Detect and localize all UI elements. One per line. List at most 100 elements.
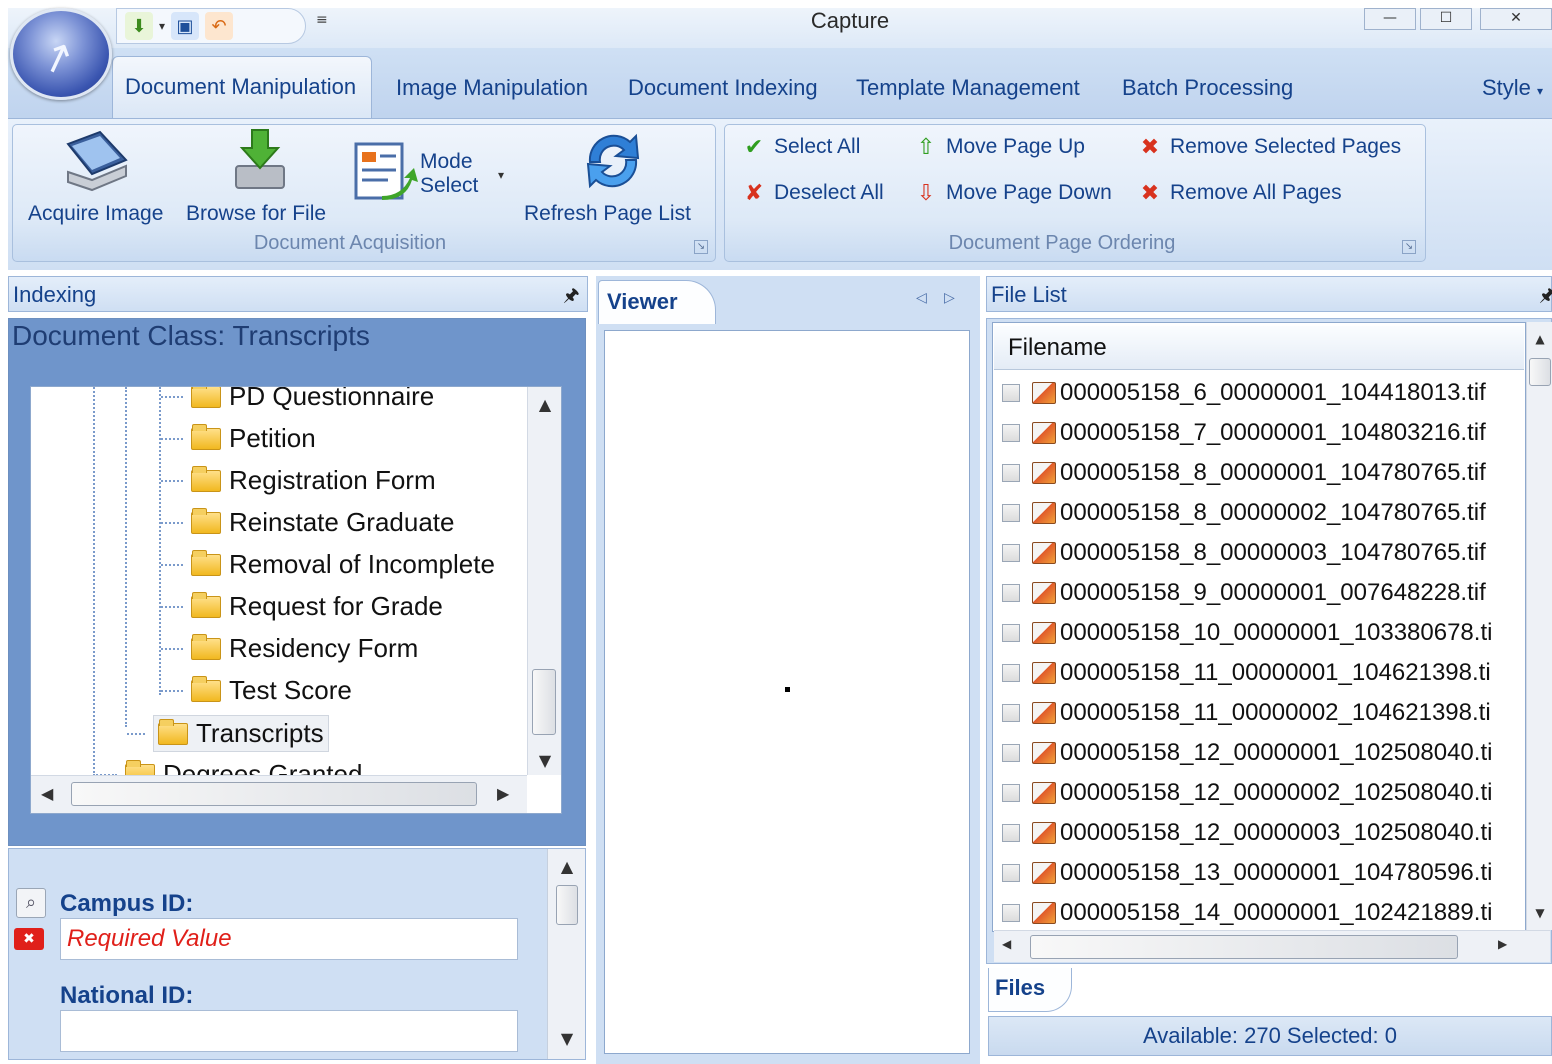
- scroll-up-arrow-icon[interactable]: ▲: [548, 857, 586, 876]
- scroll-thumb[interactable]: [532, 669, 556, 735]
- tab-batch-processing[interactable]: Batch Processing: [1122, 68, 1293, 108]
- tree-horizontal-scrollbar[interactable]: ◀ ▶: [31, 775, 527, 813]
- tree-item-petition[interactable]: Petition: [161, 423, 316, 454]
- file-checkbox[interactable]: [1002, 704, 1020, 722]
- undo-icon[interactable]: ↶: [205, 12, 234, 40]
- scroll-left-arrow-icon[interactable]: ◀: [1002, 937, 1011, 951]
- file-checkbox[interactable]: [1002, 424, 1020, 442]
- scroll-up-arrow-icon[interactable]: ▲: [528, 395, 561, 414]
- campus-id-input[interactable]: Required Value: [60, 918, 518, 960]
- acquire-image-button[interactable]: Acquire Image: [28, 128, 172, 232]
- maximize-button[interactable]: ☐: [1420, 8, 1472, 30]
- folder-icon: [191, 387, 221, 408]
- file-row[interactable]: 000005158_12_00000003_102508040.ti: [994, 814, 1524, 852]
- tab-image-manipulation[interactable]: Image Manipulation: [396, 68, 588, 108]
- scroll-thumb[interactable]: [1529, 358, 1551, 386]
- close-button[interactable]: ✕: [1480, 8, 1552, 30]
- remove-selected-pages-button[interactable]: ✖ Remove Selected Pages: [1134, 132, 1401, 162]
- pin-icon[interactable]: 🖈: [563, 277, 580, 313]
- file-row[interactable]: 000005158_8_00000003_104780765.tif: [994, 534, 1524, 572]
- file-row[interactable]: 000005158_10_00000001_103380678.ti: [994, 614, 1524, 652]
- file-checkbox[interactable]: [1002, 904, 1020, 922]
- file-checkbox[interactable]: [1002, 544, 1020, 562]
- file-name: 000005158_8_00000001_104780765.tif: [1060, 459, 1486, 486]
- pin-icon[interactable]: 🖈: [1539, 277, 1552, 313]
- file-list-horizontal-scrollbar[interactable]: ◀ ▶: [994, 930, 1550, 962]
- tab-scroll-right-icon[interactable]: ▷: [944, 290, 955, 306]
- viewer-canvas[interactable]: [604, 330, 970, 1054]
- file-row[interactable]: 000005158_8_00000001_104780765.tif: [994, 454, 1524, 492]
- qat-dropdown-arrow[interactable]: ▾: [159, 19, 165, 33]
- tree-vertical-scrollbar[interactable]: ▲ ▼: [527, 387, 561, 775]
- tree-item-test-score[interactable]: Test Score: [161, 675, 352, 706]
- scroll-thumb[interactable]: [556, 885, 578, 925]
- file-row[interactable]: 000005158_8_00000002_104780765.tif: [994, 494, 1524, 532]
- move-page-up-button[interactable]: ⇧ Move Page Up: [910, 132, 1085, 162]
- filename-column-header[interactable]: Filename: [994, 326, 1524, 370]
- fields-vertical-scrollbar[interactable]: ▲ ▼: [547, 849, 585, 1059]
- file-checkbox[interactable]: [1002, 824, 1020, 842]
- file-checkbox[interactable]: [1002, 864, 1020, 882]
- tree-item-residency-form[interactable]: Residency Form: [161, 633, 418, 664]
- scroll-thumb[interactable]: [1030, 935, 1458, 959]
- file-row[interactable]: 000005158_13_00000001_104780596.ti: [994, 854, 1524, 892]
- scroll-thumb[interactable]: [71, 782, 477, 806]
- file-checkbox[interactable]: [1002, 744, 1020, 762]
- file-row[interactable]: 000005158_9_00000001_007648228.tif: [994, 574, 1524, 612]
- deselect-all-button[interactable]: ✘ Deselect All: [738, 178, 884, 208]
- tree-item-registration-form[interactable]: Registration Form: [161, 465, 436, 496]
- tree-item-pd-questionnaire[interactable]: PD Questionnaire: [161, 387, 434, 412]
- move-page-down-button[interactable]: ⇩ Move Page Down: [910, 178, 1112, 208]
- tree-connector: [127, 732, 145, 735]
- file-row[interactable]: 000005158_14_00000001_102421889.ti: [994, 894, 1524, 932]
- tab-document-manipulation[interactable]: Document Manipulation: [112, 56, 372, 118]
- refresh-page-list-button[interactable]: Refresh Page List: [524, 126, 706, 230]
- qat-customize-dropdown[interactable]: ≡: [316, 12, 328, 28]
- file-row[interactable]: 000005158_11_00000001_104621398.ti: [994, 654, 1524, 692]
- mode-select-button[interactable]: Mode Select ▾: [352, 138, 516, 210]
- browse-for-file-button[interactable]: Browse for File: [186, 128, 336, 232]
- scroll-down-arrow-icon[interactable]: ▼: [548, 1029, 586, 1048]
- file-checkbox[interactable]: [1002, 784, 1020, 802]
- save-icon[interactable]: ▣: [171, 12, 200, 40]
- national-id-input[interactable]: [60, 1010, 518, 1052]
- file-checkbox[interactable]: [1002, 584, 1020, 602]
- scroll-up-arrow-icon[interactable]: ▲: [1527, 332, 1552, 346]
- tab-template-management[interactable]: Template Management: [856, 68, 1080, 108]
- file-row[interactable]: 000005158_12_00000001_102508040.ti: [994, 734, 1524, 772]
- add-icon[interactable]: ⬇: [125, 12, 153, 40]
- file-checkbox[interactable]: [1002, 384, 1020, 402]
- tree-item-request-for-grade[interactable]: Request for Grade: [161, 591, 443, 622]
- acquisition-dialog-launcher[interactable]: ↘: [694, 240, 708, 254]
- file-list-vertical-scrollbar[interactable]: ▲ ▼: [1526, 322, 1552, 930]
- file-checkbox[interactable]: [1002, 624, 1020, 642]
- file-checkbox[interactable]: [1002, 664, 1020, 682]
- minimize-button[interactable]: —: [1364, 8, 1416, 30]
- file-row[interactable]: 000005158_11_00000002_104621398.ti: [994, 694, 1524, 732]
- file-row[interactable]: 000005158_6_00000001_104418013.tif: [994, 374, 1524, 412]
- scroll-down-arrow-icon[interactable]: ▼: [528, 751, 561, 770]
- select-all-button[interactable]: ✔ Select All: [738, 132, 861, 162]
- scroll-left-arrow-icon[interactable]: ◀: [41, 784, 53, 803]
- file-row[interactable]: 000005158_7_00000001_104803216.tif: [994, 414, 1524, 452]
- tab-document-indexing[interactable]: Document Indexing: [628, 68, 818, 108]
- search-icon[interactable]: ⌕: [16, 888, 46, 918]
- application-menu-button[interactable]: ↗: [10, 8, 112, 100]
- file-checkbox[interactable]: [1002, 504, 1020, 522]
- remove-all-pages-button[interactable]: ✖ Remove All Pages: [1134, 178, 1342, 208]
- scroll-down-arrow-icon[interactable]: ▼: [1527, 906, 1552, 920]
- scroll-right-arrow-icon[interactable]: ▶: [497, 784, 509, 803]
- tree-item-reinstate-graduate[interactable]: Reinstate Graduate: [161, 507, 454, 538]
- tree-item-removal-of-incomplete[interactable]: Removal of Incomplete: [161, 549, 495, 580]
- scroll-right-arrow-icon[interactable]: ▶: [1498, 937, 1507, 951]
- tab-viewer[interactable]: Viewer: [598, 280, 716, 324]
- tab-files[interactable]: Files: [988, 968, 1072, 1012]
- file-checkbox[interactable]: [1002, 464, 1020, 482]
- tab-scroll-left-icon[interactable]: ◁: [916, 290, 927, 306]
- file-row[interactable]: 000005158_12_00000002_102508040.ti: [994, 774, 1524, 812]
- remove-selected-pages-label: Remove Selected Pages: [1170, 135, 1402, 158]
- tree-item-transcripts[interactable]: Transcripts: [127, 715, 329, 752]
- document-class-tree[interactable]: PD Questionnaire Petition Registration F…: [30, 386, 562, 814]
- page-ordering-dialog-launcher[interactable]: ↘: [1402, 240, 1416, 254]
- style-menu[interactable]: Style ▾: [1482, 68, 1543, 108]
